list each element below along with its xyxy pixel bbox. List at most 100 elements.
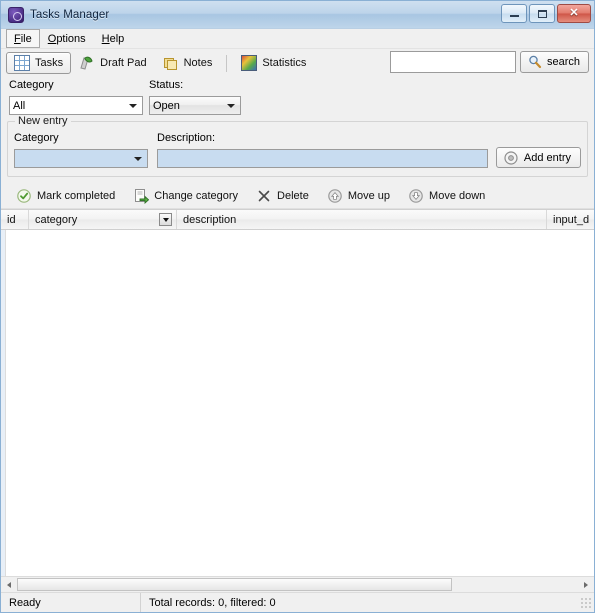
scrollbar-track[interactable]: [17, 577, 578, 592]
filter-row: Category All Status: Open: [1, 77, 594, 115]
menu-file-rest: ile: [20, 32, 32, 45]
search-input[interactable]: [389, 51, 516, 73]
grid-column-label-category: category: [35, 213, 78, 226]
new-entry-category-group: Category: [14, 132, 148, 168]
grid-column-label-id: id: [7, 213, 16, 226]
toolbar-button-statistics[interactable]: Statistics: [233, 52, 314, 74]
toolbar-label-notes: Notes: [183, 57, 213, 69]
draft-pad-icon: [79, 55, 95, 71]
window-controls: ✕: [501, 4, 591, 23]
menu-options-rest: ptions: [56, 32, 86, 45]
close-button[interactable]: ✕: [557, 4, 591, 23]
action-move-down[interactable]: Move down: [399, 185, 494, 206]
menu-bar: File Options Help: [1, 29, 594, 49]
minimize-button[interactable]: [501, 4, 527, 23]
new-entry-title: New entry: [15, 115, 71, 127]
window-title: Tasks Manager: [30, 8, 110, 21]
filter-status-group: Status: Open: [149, 79, 241, 115]
grid-column-description[interactable]: description: [177, 210, 547, 229]
magnifier-icon: [527, 54, 543, 70]
grid-column-category[interactable]: category: [29, 210, 177, 229]
new-entry-description-group: Description:: [157, 132, 488, 168]
action-move-up[interactable]: Move up: [318, 185, 399, 206]
maximize-icon: [537, 9, 547, 18]
action-label-delete: Delete: [277, 189, 309, 202]
menu-help-rest: elp: [109, 32, 125, 45]
new-entry-description-input[interactable]: [157, 149, 488, 168]
chevron-right-icon: [584, 581, 588, 588]
action-delete[interactable]: Delete: [247, 185, 318, 206]
delete-x-icon: [256, 188, 272, 204]
filter-category-combo[interactable]: All: [9, 96, 143, 115]
status-records-pane: Total records: 0, filtered: 0: [141, 593, 284, 612]
new-entry-row: Category Description: Add entry: [14, 132, 581, 168]
action-label-change-category: Change category: [154, 189, 239, 202]
action-toolbar: Mark completed Change category Delete Mo…: [1, 183, 594, 209]
menu-item-file[interactable]: File: [6, 29, 40, 48]
search-area: search: [389, 51, 589, 73]
scroll-right-button[interactable]: [578, 577, 594, 592]
toolbar-label-statistics: Statistics: [262, 57, 307, 69]
grid-column-label-description: description: [183, 213, 237, 226]
app-window: Tasks Manager ✕ File Options Help Tasks …: [0, 0, 595, 613]
filter-status-value: Open: [153, 99, 180, 112]
action-change-category[interactable]: Change category: [124, 185, 247, 206]
action-label-move-up: Move up: [347, 189, 391, 202]
grid-column-input-date[interactable]: input_d: [547, 210, 591, 229]
filter-category-group: Category All: [9, 79, 143, 115]
chevron-down-icon: [129, 103, 137, 108]
statistics-icon: [241, 55, 258, 71]
toolbar-button-notes[interactable]: Notes: [155, 52, 221, 74]
action-label-mark-completed: Mark completed: [37, 189, 116, 202]
toolbar-separator: [226, 54, 228, 72]
search-button-label: search: [546, 56, 580, 68]
minimize-icon: [509, 15, 519, 17]
resize-grip-icon[interactable]: [580, 596, 592, 609]
grid-column-id[interactable]: id: [1, 210, 29, 229]
toolbar-button-tasks[interactable]: Tasks: [6, 52, 72, 74]
add-entry-label: Add entry: [523, 151, 571, 164]
action-label-move-down: Move down: [429, 189, 486, 202]
add-entry-button[interactable]: Add entry: [495, 147, 581, 168]
add-circle-icon: [503, 150, 519, 166]
filter-status-label: Status:: [149, 79, 184, 91]
grid-icon: [14, 55, 30, 71]
new-entry-groupbox: New entry Category Description: Add entr…: [7, 115, 588, 177]
status-state-text: Ready: [9, 596, 41, 609]
app-icon: [8, 6, 24, 23]
toolbar-button-draft-pad[interactable]: Draft Pad: [71, 52, 154, 74]
arrow-up-circle-icon: [327, 188, 343, 204]
close-icon: ✕: [569, 7, 579, 19]
filter-category-value: All: [13, 99, 26, 112]
toolbar-label-tasks: Tasks: [35, 57, 64, 69]
menu-item-options[interactable]: Options: [40, 29, 94, 48]
main-toolbar: Tasks Draft Pad Notes Statistics search: [1, 49, 594, 77]
tasks-grid: id category description input_d: [1, 209, 594, 576]
chevron-left-icon: [7, 581, 11, 588]
maximize-button[interactable]: [529, 4, 555, 23]
notes-icon: [163, 55, 179, 71]
status-bar: Ready Total records: 0, filtered: 0: [1, 592, 594, 612]
filter-category-label: Category: [9, 79, 54, 91]
grid-header: id category description input_d: [1, 210, 594, 230]
new-entry-category-label: Category: [14, 132, 59, 144]
action-mark-completed[interactable]: Mark completed: [7, 185, 124, 206]
column-filter-dropdown-icon[interactable]: [159, 213, 172, 226]
search-button[interactable]: search: [519, 51, 589, 73]
status-state-pane: Ready: [1, 593, 141, 612]
title-bar: Tasks Manager ✕: [1, 1, 594, 29]
menu-item-help[interactable]: Help: [94, 29, 133, 48]
horizontal-scrollbar[interactable]: [1, 576, 594, 592]
new-entry-description-label: Description:: [157, 132, 216, 144]
grid-body[interactable]: [1, 230, 594, 576]
new-entry-category-combo[interactable]: [14, 149, 148, 168]
check-circle-icon: [16, 188, 32, 204]
filter-status-combo[interactable]: Open: [149, 96, 241, 115]
status-records-text: Total records: 0, filtered: 0: [149, 596, 276, 609]
arrow-down-circle-icon: [408, 188, 424, 204]
chevron-down-icon: [227, 103, 235, 108]
scrollbar-thumb[interactable]: [17, 578, 452, 591]
grid-column-label-input-date: input_d: [553, 213, 590, 226]
change-category-icon: [133, 188, 150, 204]
scroll-left-button[interactable]: [1, 577, 17, 592]
